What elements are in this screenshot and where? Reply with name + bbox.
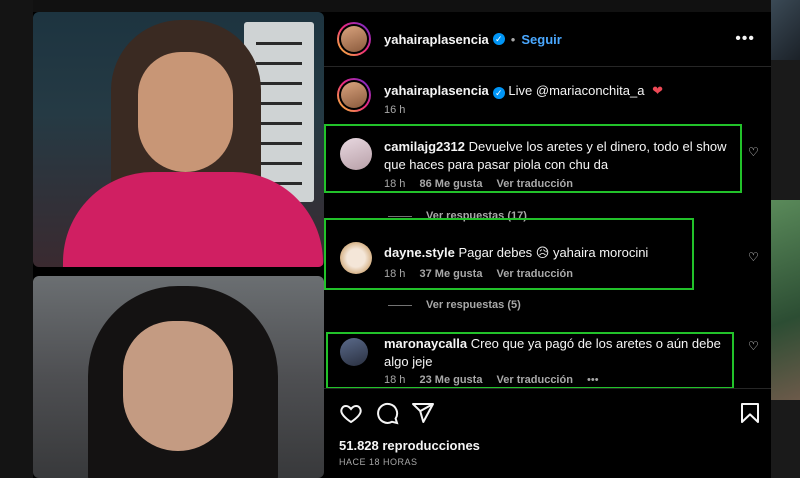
post-media-video[interactable]: [33, 12, 324, 478]
view-replies-label[interactable]: Ver respuestas (5): [426, 299, 521, 311]
post-action-bar: 51.828 reproducciones HACE 18 HORAS: [324, 388, 771, 478]
commenter-avatar[interactable]: [340, 138, 372, 170]
comment-text: maronaycalla Creo que ya pagó de los are…: [384, 335, 736, 371]
comment-likes-count[interactable]: 23 Me gusta: [419, 374, 482, 386]
comment-meta: 18 h 23 Me gusta Ver traducción •••: [384, 374, 610, 386]
caption-text: yahairaplasencia ✓ Live @mariaconchita_a …: [384, 83, 663, 99]
comment-text: camilajg2312 Devuelve los aretes y el di…: [384, 138, 746, 174]
live-guest-video-bottom: [33, 276, 324, 478]
comment-like-heart-icon[interactable]: ♡: [748, 146, 760, 158]
background-feed-top: [33, 0, 771, 12]
author-avatar[interactable]: [337, 22, 371, 56]
paper-plane-icon[interactable]: [411, 401, 435, 425]
bookmark-icon[interactable]: [738, 401, 762, 425]
separator-dot: •: [510, 31, 516, 47]
person-face: [123, 321, 233, 451]
commenter-avatar[interactable]: [340, 242, 372, 274]
comment-item: camilajg2312 Devuelve los aretes y el di…: [324, 124, 742, 193]
comment-likes-count[interactable]: 37 Me gusta: [419, 268, 482, 280]
comment-username[interactable]: maronaycalla: [384, 336, 467, 351]
author-username[interactable]: yahairaplasencia: [384, 32, 489, 47]
comment-text: dayne.style Pagar debes 😥 yahaira moroci…: [384, 244, 648, 262]
background-feed-left: [0, 0, 33, 478]
comment-time: 18 h: [384, 268, 406, 280]
see-translation-link[interactable]: Ver traducción: [497, 178, 573, 190]
more-horizontal-icon[interactable]: •••: [735, 30, 755, 48]
feed-thumbnail: [771, 0, 800, 60]
comment-likes-count[interactable]: 86 Me gusta: [419, 178, 482, 190]
see-translation-link[interactable]: Ver traducción: [497, 374, 573, 386]
person-face: [138, 52, 233, 172]
background-feed-right: [771, 0, 800, 478]
comment-body: Pagar debes 😥 yahaira morocini: [458, 245, 649, 260]
post-timestamp: HACE 18 HORAS: [339, 457, 418, 467]
red-heart-emoji: ❤: [652, 83, 663, 98]
caption-username[interactable]: yahairaplasencia: [384, 83, 489, 98]
live-guest-video-top: [33, 12, 324, 267]
comment-like-heart-icon[interactable]: ♡: [748, 251, 760, 263]
comment-meta: 18 h 37 Me gusta Ver traducción: [384, 268, 584, 280]
views-count[interactable]: 51.828 reproducciones: [339, 438, 480, 453]
comment-bubble-icon[interactable]: [375, 401, 399, 425]
caption-author-avatar[interactable]: [337, 78, 371, 112]
comment-item: maronaycalla Creo que ya pagó de los are…: [326, 332, 734, 389]
comment-username[interactable]: camilajg2312: [384, 139, 465, 154]
follow-button[interactable]: Seguir: [521, 32, 561, 47]
comment-meta: 18 h 86 Me gusta Ver traducción: [384, 178, 584, 190]
comment-time: 18 h: [384, 374, 406, 386]
replies-divider-line: [388, 215, 412, 217]
comment-username[interactable]: dayne.style: [384, 245, 455, 260]
verified-badge-icon: ✓: [492, 33, 505, 45]
comment-more-options-icon[interactable]: •••: [587, 374, 599, 386]
comment-like-heart-icon[interactable]: ♡: [748, 340, 760, 352]
heart-outline-icon[interactable]: [339, 401, 363, 425]
comment-item: dayne.style Pagar debes 😥 yahaira moroci…: [324, 218, 694, 290]
verified-badge-icon: ✓: [492, 87, 505, 99]
commenter-avatar[interactable]: [340, 338, 368, 366]
see-translation-link[interactable]: Ver traducción: [497, 268, 573, 280]
replies-divider-line: [388, 304, 412, 306]
view-replies-button[interactable]: Ver respuestas (5): [388, 299, 521, 311]
caption-body: Live @mariaconchita_a: [508, 83, 645, 98]
caption-time: 16 h: [384, 104, 406, 116]
feed-thumbnail: [771, 200, 800, 400]
post-header: yahairaplasencia ✓ • Seguir •••: [324, 12, 771, 67]
comment-time: 18 h: [384, 178, 406, 190]
